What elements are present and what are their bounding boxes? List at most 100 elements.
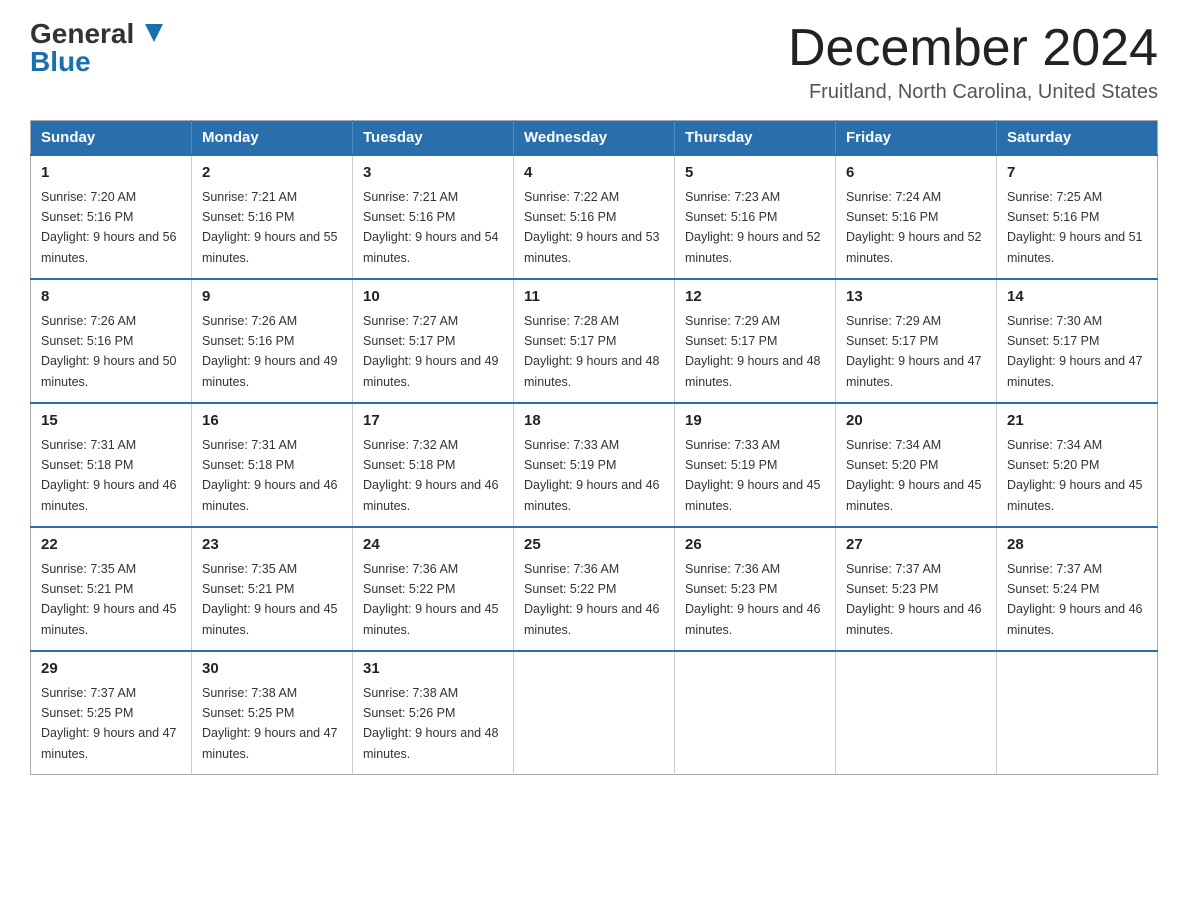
day-info: Sunrise: 7:26 AMSunset: 5:16 PMDaylight:… [202,314,338,389]
calendar-cell [997,651,1158,775]
title-block: December 2024 Fruitland, North Carolina,… [788,20,1158,104]
day-number: 19 [685,410,825,433]
day-number: 24 [363,534,503,557]
day-info: Sunrise: 7:33 AMSunset: 5:19 PMDaylight:… [524,438,660,513]
day-number: 18 [524,410,664,433]
calendar-week-row: 8 Sunrise: 7:26 AMSunset: 5:16 PMDayligh… [31,279,1158,403]
calendar-cell: 3 Sunrise: 7:21 AMSunset: 5:16 PMDayligh… [353,155,514,279]
day-info: Sunrise: 7:31 AMSunset: 5:18 PMDaylight:… [202,438,338,513]
calendar-cell: 14 Sunrise: 7:30 AMSunset: 5:17 PMDaylig… [997,279,1158,403]
day-info: Sunrise: 7:25 AMSunset: 5:16 PMDaylight:… [1007,190,1143,265]
calendar-header-tuesday: Tuesday [353,121,514,156]
day-info: Sunrise: 7:23 AMSunset: 5:16 PMDaylight:… [685,190,821,265]
calendar-header-row: SundayMondayTuesdayWednesdayThursdayFrid… [31,121,1158,156]
calendar-week-row: 22 Sunrise: 7:35 AMSunset: 5:21 PMDaylig… [31,527,1158,651]
calendar-table: SundayMondayTuesdayWednesdayThursdayFrid… [30,120,1158,775]
day-info: Sunrise: 7:33 AMSunset: 5:19 PMDaylight:… [685,438,821,513]
calendar-header-saturday: Saturday [997,121,1158,156]
day-info: Sunrise: 7:36 AMSunset: 5:22 PMDaylight:… [524,562,660,637]
calendar-cell: 7 Sunrise: 7:25 AMSunset: 5:16 PMDayligh… [997,155,1158,279]
calendar-cell [514,651,675,775]
calendar-cell: 31 Sunrise: 7:38 AMSunset: 5:26 PMDaylig… [353,651,514,775]
day-info: Sunrise: 7:37 AMSunset: 5:25 PMDaylight:… [41,686,177,761]
calendar-cell [675,651,836,775]
day-info: Sunrise: 7:31 AMSunset: 5:18 PMDaylight:… [41,438,177,513]
day-info: Sunrise: 7:38 AMSunset: 5:25 PMDaylight:… [202,686,338,761]
calendar-cell: 29 Sunrise: 7:37 AMSunset: 5:25 PMDaylig… [31,651,192,775]
day-number: 10 [363,286,503,309]
calendar-cell: 17 Sunrise: 7:32 AMSunset: 5:18 PMDaylig… [353,403,514,527]
day-number: 23 [202,534,342,557]
logo-general-text: General [30,20,134,48]
day-number: 30 [202,658,342,681]
calendar-cell: 16 Sunrise: 7:31 AMSunset: 5:18 PMDaylig… [192,403,353,527]
calendar-cell: 11 Sunrise: 7:28 AMSunset: 5:17 PMDaylig… [514,279,675,403]
day-number: 9 [202,286,342,309]
calendar-cell: 12 Sunrise: 7:29 AMSunset: 5:17 PMDaylig… [675,279,836,403]
month-title: December 2024 [788,20,1158,77]
day-info: Sunrise: 7:35 AMSunset: 5:21 PMDaylight:… [41,562,177,637]
calendar-week-row: 15 Sunrise: 7:31 AMSunset: 5:18 PMDaylig… [31,403,1158,527]
day-number: 15 [41,410,181,433]
calendar-header-sunday: Sunday [31,121,192,156]
location-subtitle: Fruitland, North Carolina, United States [788,81,1158,104]
day-number: 3 [363,162,503,185]
day-number: 7 [1007,162,1147,185]
day-info: Sunrise: 7:32 AMSunset: 5:18 PMDaylight:… [363,438,499,513]
day-number: 6 [846,162,986,185]
calendar-cell: 18 Sunrise: 7:33 AMSunset: 5:19 PMDaylig… [514,403,675,527]
calendar-cell: 10 Sunrise: 7:27 AMSunset: 5:17 PMDaylig… [353,279,514,403]
day-info: Sunrise: 7:28 AMSunset: 5:17 PMDaylight:… [524,314,660,389]
logo: General Blue [30,20,163,76]
calendar-cell: 1 Sunrise: 7:20 AMSunset: 5:16 PMDayligh… [31,155,192,279]
day-info: Sunrise: 7:22 AMSunset: 5:16 PMDaylight:… [524,190,660,265]
day-info: Sunrise: 7:36 AMSunset: 5:23 PMDaylight:… [685,562,821,637]
calendar-header-thursday: Thursday [675,121,836,156]
day-number: 22 [41,534,181,557]
day-number: 16 [202,410,342,433]
calendar-cell: 24 Sunrise: 7:36 AMSunset: 5:22 PMDaylig… [353,527,514,651]
calendar-cell: 28 Sunrise: 7:37 AMSunset: 5:24 PMDaylig… [997,527,1158,651]
day-info: Sunrise: 7:21 AMSunset: 5:16 PMDaylight:… [363,190,499,265]
day-number: 17 [363,410,503,433]
day-info: Sunrise: 7:30 AMSunset: 5:17 PMDaylight:… [1007,314,1143,389]
day-info: Sunrise: 7:20 AMSunset: 5:16 PMDaylight:… [41,190,177,265]
day-number: 8 [41,286,181,309]
day-number: 2 [202,162,342,185]
calendar-header-friday: Friday [836,121,997,156]
day-info: Sunrise: 7:29 AMSunset: 5:17 PMDaylight:… [685,314,821,389]
day-info: Sunrise: 7:35 AMSunset: 5:21 PMDaylight:… [202,562,338,637]
day-number: 12 [685,286,825,309]
day-number: 26 [685,534,825,557]
calendar-cell: 8 Sunrise: 7:26 AMSunset: 5:16 PMDayligh… [31,279,192,403]
calendar-cell: 19 Sunrise: 7:33 AMSunset: 5:19 PMDaylig… [675,403,836,527]
calendar-week-row: 1 Sunrise: 7:20 AMSunset: 5:16 PMDayligh… [31,155,1158,279]
day-number: 1 [41,162,181,185]
day-info: Sunrise: 7:36 AMSunset: 5:22 PMDaylight:… [363,562,499,637]
day-number: 14 [1007,286,1147,309]
day-number: 13 [846,286,986,309]
day-number: 20 [846,410,986,433]
day-number: 25 [524,534,664,557]
calendar-cell: 9 Sunrise: 7:26 AMSunset: 5:16 PMDayligh… [192,279,353,403]
day-info: Sunrise: 7:34 AMSunset: 5:20 PMDaylight:… [846,438,982,513]
calendar-cell: 25 Sunrise: 7:36 AMSunset: 5:22 PMDaylig… [514,527,675,651]
logo-arrow-icon [145,24,163,42]
calendar-cell: 2 Sunrise: 7:21 AMSunset: 5:16 PMDayligh… [192,155,353,279]
day-number: 28 [1007,534,1147,557]
day-info: Sunrise: 7:37 AMSunset: 5:23 PMDaylight:… [846,562,982,637]
day-number: 4 [524,162,664,185]
day-number: 5 [685,162,825,185]
day-info: Sunrise: 7:37 AMSunset: 5:24 PMDaylight:… [1007,562,1143,637]
day-number: 27 [846,534,986,557]
calendar-cell [836,651,997,775]
calendar-cell: 6 Sunrise: 7:24 AMSunset: 5:16 PMDayligh… [836,155,997,279]
calendar-cell: 5 Sunrise: 7:23 AMSunset: 5:16 PMDayligh… [675,155,836,279]
calendar-week-row: 29 Sunrise: 7:37 AMSunset: 5:25 PMDaylig… [31,651,1158,775]
day-number: 29 [41,658,181,681]
day-info: Sunrise: 7:38 AMSunset: 5:26 PMDaylight:… [363,686,499,761]
calendar-cell: 27 Sunrise: 7:37 AMSunset: 5:23 PMDaylig… [836,527,997,651]
calendar-cell: 13 Sunrise: 7:29 AMSunset: 5:17 PMDaylig… [836,279,997,403]
day-info: Sunrise: 7:34 AMSunset: 5:20 PMDaylight:… [1007,438,1143,513]
calendar-cell: 4 Sunrise: 7:22 AMSunset: 5:16 PMDayligh… [514,155,675,279]
